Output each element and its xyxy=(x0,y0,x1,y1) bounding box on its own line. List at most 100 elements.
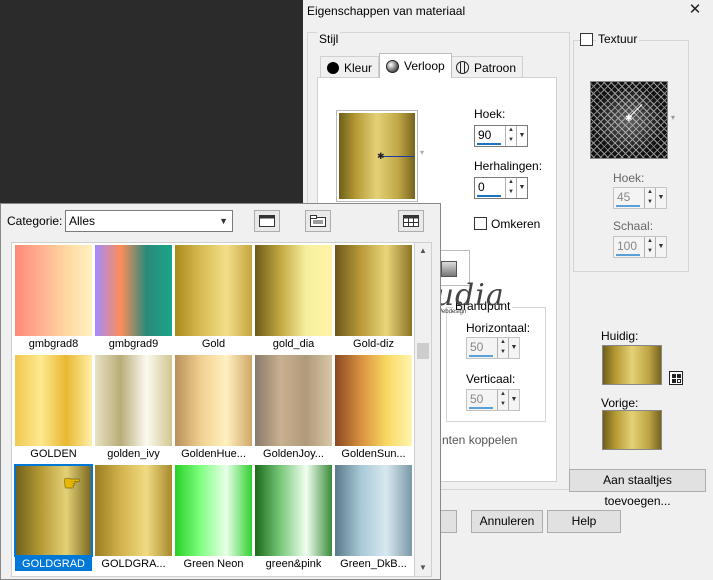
gradient-swatch[interactable] xyxy=(175,465,252,556)
cancel-button[interactable]: Annuleren xyxy=(471,510,543,533)
gradient-swatch-item[interactable]: GoldenHue... xyxy=(175,355,252,461)
texture-center-marker-icon[interactable]: ✱ xyxy=(625,113,633,124)
gradient-swatch-item[interactable]: Green_DkB... xyxy=(335,465,412,571)
gradient-swatch-item[interactable]: gold_dia xyxy=(255,245,332,351)
horizontal-value[interactable]: 50 xyxy=(467,338,497,358)
link-points-label[interactable]: nten koppelen xyxy=(442,433,517,447)
scrollbar-thumb[interactable] xyxy=(417,343,429,359)
spin-down-icon[interactable]: ▼ xyxy=(645,198,655,208)
gradient-swatch-label: gmbgrad8 xyxy=(28,338,79,350)
grid-view-button[interactable] xyxy=(398,210,424,232)
gradient-swatch[interactable] xyxy=(255,355,332,446)
gradient-swatch-item[interactable]: Gold-diz xyxy=(335,245,412,351)
scroll-up-icon[interactable]: ▲ xyxy=(415,243,431,259)
scroll-down-icon[interactable]: ▼ xyxy=(415,560,431,576)
spin-down-icon[interactable]: ▼ xyxy=(506,136,516,146)
repeats-spinbox[interactable]: 0 ▲ ▼ ▼ xyxy=(474,177,528,199)
spin-down-icon[interactable]: ▼ xyxy=(498,400,508,410)
horizontal-label: Horizontaal: xyxy=(466,321,531,335)
chevron-down-icon[interactable]: ▾ xyxy=(671,113,675,122)
grid-view-icon xyxy=(403,215,419,227)
close-icon[interactable]: ✕ xyxy=(687,2,703,18)
vertical-value[interactable]: 50 xyxy=(467,390,497,410)
chevron-down-icon[interactable]: ▼ xyxy=(655,237,666,257)
horizontal-spinbox[interactable]: 50 ▲ ▼ ▼ xyxy=(466,337,520,359)
gradient-picker-popup: Categorie: Alles ▼ gmbgrad8 gmbgrad9 Gold g… xyxy=(0,203,441,580)
gradient-swatch-item[interactable]: green&pink xyxy=(255,465,332,571)
gradient-swatch[interactable] xyxy=(175,245,252,336)
gradient-swatch-label: GOLDEN xyxy=(30,448,77,460)
gradient-grid: gmbgrad8 gmbgrad9 Gold gold_dia Gold-diz GOLD… xyxy=(11,242,415,577)
gradient-swatch[interactable] xyxy=(15,245,92,336)
spin-up-icon[interactable]: ▲ xyxy=(645,188,655,198)
category-select[interactable]: Alles ▼ xyxy=(65,210,233,232)
gradient-swatch-item[interactable]: GOLDEN xyxy=(15,355,92,461)
current-label: Huidig: xyxy=(601,329,639,343)
texture-angle-value[interactable]: 45 xyxy=(614,188,644,208)
spin-down-icon[interactable]: ▼ xyxy=(498,348,508,358)
gradient-swatch-item[interactable]: GOLDGRA... xyxy=(95,465,172,571)
gradient-swatch-item[interactable]: Gold xyxy=(175,245,252,351)
gradient-swatch-item[interactable]: GoldenSun... xyxy=(335,355,412,461)
gradient-swatch-item[interactable]: gmbgrad8 xyxy=(15,245,92,351)
spin-up-icon[interactable]: ▲ xyxy=(645,237,655,247)
gradient-swatch-label: GOLDGRAD xyxy=(15,557,92,571)
gradient-swatch[interactable] xyxy=(175,355,252,446)
repeats-value[interactable]: 0 xyxy=(475,178,505,198)
chevron-down-icon[interactable]: ▼ xyxy=(508,390,519,410)
gradient-swatch-item[interactable]: golden_ivy xyxy=(95,355,172,461)
tab-gradient[interactable]: Verloop xyxy=(379,53,452,78)
previous-label: Vorige: xyxy=(601,396,639,410)
gradient-swatch-item[interactable]: GoldenJoy... xyxy=(255,355,332,461)
spin-up-icon[interactable]: ▲ xyxy=(498,390,508,400)
chevron-down-icon[interactable]: ▼ xyxy=(516,178,527,198)
gradient-swatch[interactable] xyxy=(335,465,412,556)
tab-color[interactable]: Kleur xyxy=(320,56,380,78)
previous-material-swatch[interactable] xyxy=(602,410,662,450)
gradient-swatch[interactable] xyxy=(255,465,332,556)
help-button[interactable]: Help xyxy=(547,510,621,533)
angle-value[interactable]: 90 xyxy=(475,126,505,146)
vertical-spinbox[interactable]: 50 ▲ ▼ ▼ xyxy=(466,389,520,411)
texture-checkbox[interactable] xyxy=(580,33,593,46)
gradient-swatch[interactable] xyxy=(15,355,92,446)
gradient-swatch[interactable] xyxy=(95,465,172,556)
gradient-swatch[interactable] xyxy=(335,355,412,446)
gradient-swatch-label: golden_ivy xyxy=(107,448,160,460)
gradient-preview-frame[interactable]: ✱ xyxy=(336,110,418,202)
tab-pattern[interactable]: Patroon xyxy=(449,56,524,78)
chevron-down-icon[interactable]: ▼ xyxy=(655,188,666,208)
texture-scale-spinbox[interactable]: 100 ▲ ▼ ▼ xyxy=(613,236,667,258)
chevron-down-icon[interactable]: ▾ xyxy=(420,148,424,157)
gradient-focal-marker-icon[interactable]: ✱ xyxy=(377,151,385,162)
current-material-swatch xyxy=(602,345,662,385)
texture-scale-value[interactable]: 100 xyxy=(614,237,644,257)
spin-up-icon[interactable]: ▲ xyxy=(506,126,516,136)
gradient-swatch-label: Green_DkB... xyxy=(340,558,407,570)
invert-checkbox[interactable] xyxy=(474,217,487,230)
texture-angle-spinbox[interactable]: 45 ▲ ▼ ▼ xyxy=(613,187,667,209)
add-to-swatches-button[interactable]: Aan staaltjes toevoegen... xyxy=(569,469,706,508)
chevron-down-icon[interactable]: ▼ xyxy=(516,126,527,146)
angle-spinbox[interactable]: 90 ▲ ▼ ▼ xyxy=(474,125,528,147)
view-swatches-button[interactable] xyxy=(254,210,280,232)
gradient-swatch-item[interactable]: gmbgrad9 xyxy=(95,245,172,351)
gradient-swatch[interactable] xyxy=(95,355,172,446)
gradient-style-swatch[interactable] xyxy=(438,250,470,286)
vertical-scrollbar[interactable]: ▲ ▼ xyxy=(415,242,432,577)
gradient-swatch-item[interactable]: Green Neon xyxy=(175,465,252,571)
pointing-hand-cursor-icon: ☛ xyxy=(63,473,81,495)
spin-up-icon[interactable]: ▲ xyxy=(498,338,508,348)
gradient-swatch[interactable] xyxy=(335,245,412,336)
spin-up-icon[interactable]: ▲ xyxy=(506,178,516,188)
texture-preview[interactable]: ✱ xyxy=(590,81,668,159)
category-value: Alles xyxy=(69,214,96,228)
chevron-down-icon[interactable]: ▼ xyxy=(508,338,519,358)
gradient-circle-icon xyxy=(386,59,399,73)
gradient-swatch[interactable] xyxy=(95,245,172,336)
spin-down-icon[interactable]: ▼ xyxy=(645,247,655,257)
swap-materials-icon[interactable] xyxy=(669,371,683,385)
spin-down-icon[interactable]: ▼ xyxy=(506,188,516,198)
open-folder-button[interactable] xyxy=(305,210,331,232)
gradient-swatch[interactable] xyxy=(255,245,332,336)
